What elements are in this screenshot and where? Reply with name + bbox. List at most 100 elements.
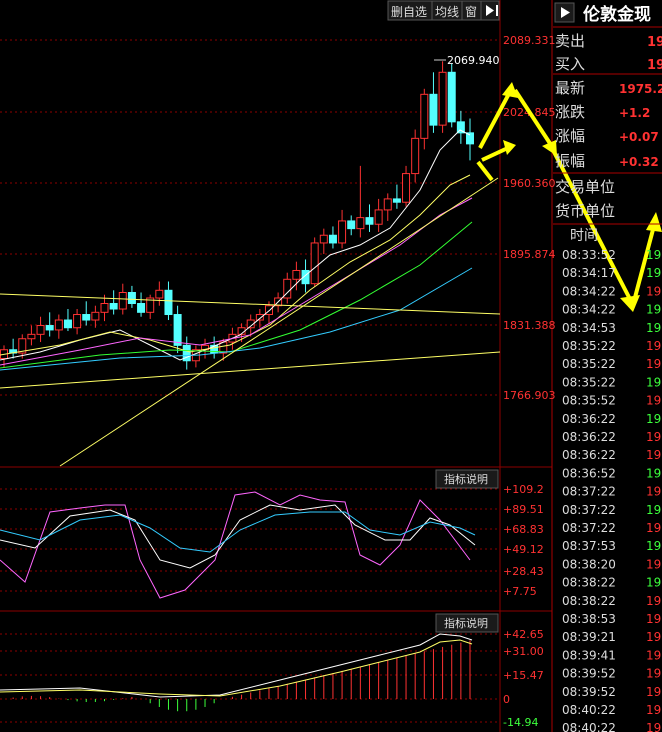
ind1-help-label: 指标说明 xyxy=(444,472,488,486)
tick-time: 08:34:17 xyxy=(562,266,616,280)
tick-price: 197 xyxy=(646,430,662,444)
y-axis-label: 1831.388 xyxy=(503,319,556,332)
tick-price: 197 xyxy=(646,375,662,389)
buy-value: 19 xyxy=(647,58,662,73)
amp-label: 振幅 xyxy=(555,152,585,170)
tick-price: 197 xyxy=(646,466,662,480)
candle-body xyxy=(137,303,146,313)
latest-value: 1975.2 xyxy=(619,82,662,96)
candle-body xyxy=(292,269,301,280)
candle-body xyxy=(383,198,392,211)
candle-body xyxy=(255,314,264,321)
candle-body xyxy=(91,311,100,321)
col-time-header: 时间 xyxy=(570,228,598,244)
tick-price: 197 xyxy=(646,321,662,335)
tick-price: 197 xyxy=(646,448,662,462)
tick-price: 197 xyxy=(646,394,662,408)
macd-dif-line xyxy=(0,633,473,698)
candle-body xyxy=(356,217,365,230)
candle-body xyxy=(347,220,356,230)
tick-time: 08:36:22 xyxy=(562,448,616,462)
ind2-axis-label: -14.94 xyxy=(503,716,538,729)
arrow-down-small xyxy=(476,160,494,182)
tick-price: 197 xyxy=(646,539,662,553)
candle-body xyxy=(365,217,374,225)
arrow-down-1 xyxy=(513,88,555,150)
candle-body xyxy=(36,325,45,335)
y-axis-label: 1960.360 xyxy=(503,177,556,190)
tick-time: 08:40:22 xyxy=(562,721,616,732)
trend-line-lower xyxy=(0,351,501,389)
tick-time: 08:36:22 xyxy=(562,430,616,444)
ind1-axis-label: +89.51 xyxy=(503,503,544,516)
tick-price: 197 xyxy=(646,667,662,681)
amp-value: +0.32 xyxy=(619,155,659,169)
tick-price: 197 xyxy=(646,648,662,662)
candle-body xyxy=(118,291,127,310)
candle-body xyxy=(429,93,438,126)
tick-time: 08:40:22 xyxy=(562,703,616,717)
y-axis-label: 1766.903 xyxy=(503,389,556,402)
tick-time: 08:35:22 xyxy=(562,375,616,389)
candle-body xyxy=(127,291,136,305)
tick-time: 08:34:22 xyxy=(562,303,616,317)
candle-body xyxy=(420,93,429,139)
tick-price: 197 xyxy=(646,303,662,317)
tick-price: 197 xyxy=(646,503,662,517)
tick-time: 08:38:20 xyxy=(562,557,616,571)
tick-time: 08:33:52 xyxy=(562,248,616,262)
change-value: +1.2 xyxy=(619,106,650,120)
candle-body xyxy=(73,314,82,329)
tick-time: 08:38:22 xyxy=(562,576,616,590)
ind1-axis-label: +28.43 xyxy=(503,565,544,578)
pct-label: 涨幅 xyxy=(555,127,585,145)
candle-body xyxy=(402,173,411,203)
tick-time: 08:35:22 xyxy=(562,357,616,371)
trend-line-upper xyxy=(0,293,501,315)
ma60-line xyxy=(0,267,473,371)
bar-icon xyxy=(496,5,498,16)
candle-body xyxy=(438,71,447,126)
tick-time: 08:35:22 xyxy=(562,339,616,353)
tick-time: 08:37:22 xyxy=(562,485,616,499)
tick-time: 08:34:22 xyxy=(562,284,616,298)
buy-label: 买入 xyxy=(555,55,585,73)
tick-price: 197 xyxy=(646,485,662,499)
candle-body xyxy=(82,314,91,321)
tick-price: 197 xyxy=(646,557,662,571)
arrow-head-5 xyxy=(646,212,662,232)
ind1-axis-label: +68.83 xyxy=(503,523,544,536)
tick-price: 197 xyxy=(646,612,662,626)
tick-price: 197 xyxy=(646,594,662,608)
tick-time: 08:34:53 xyxy=(562,321,616,335)
tick-time: 08:39:52 xyxy=(562,685,616,699)
candlestick-chart[interactable]: 2089.3312024.8451960.3601895.8741831.388… xyxy=(0,0,662,732)
tick-price: 197 xyxy=(646,521,662,535)
tick-time: 08:39:52 xyxy=(562,667,616,681)
candle-body xyxy=(45,325,54,331)
ind2-axis-label: +42.65 xyxy=(503,628,544,641)
candle-body xyxy=(164,289,173,316)
unit-label: 交易单位 xyxy=(555,178,615,196)
pct-value: +0.07 xyxy=(619,130,659,144)
change-label: 涨跌 xyxy=(555,103,585,121)
ma-button-label: 均线 xyxy=(435,5,459,19)
candle-body xyxy=(338,220,347,244)
ind2-axis-label: +31.00 xyxy=(503,645,544,658)
candle-body xyxy=(447,71,456,123)
ind2-axis-label: 0 xyxy=(503,693,510,706)
tick-time: 08:37:53 xyxy=(562,539,616,553)
candle-body xyxy=(63,319,72,329)
trend-line-rising xyxy=(59,177,499,467)
candle-body xyxy=(411,137,420,175)
candle-body xyxy=(374,209,383,225)
candle-body xyxy=(54,319,63,331)
tick-price: 197 xyxy=(646,703,662,717)
tick-price: 197 xyxy=(646,357,662,371)
ind1-axis-label: +7.75 xyxy=(503,585,537,598)
kdj-d-line xyxy=(0,511,476,553)
tick-time: 08:36:52 xyxy=(562,466,616,480)
y-axis-label: 1895.874 xyxy=(503,248,556,261)
tick-price: 197 xyxy=(646,630,662,644)
kdj-j-line xyxy=(0,491,471,599)
